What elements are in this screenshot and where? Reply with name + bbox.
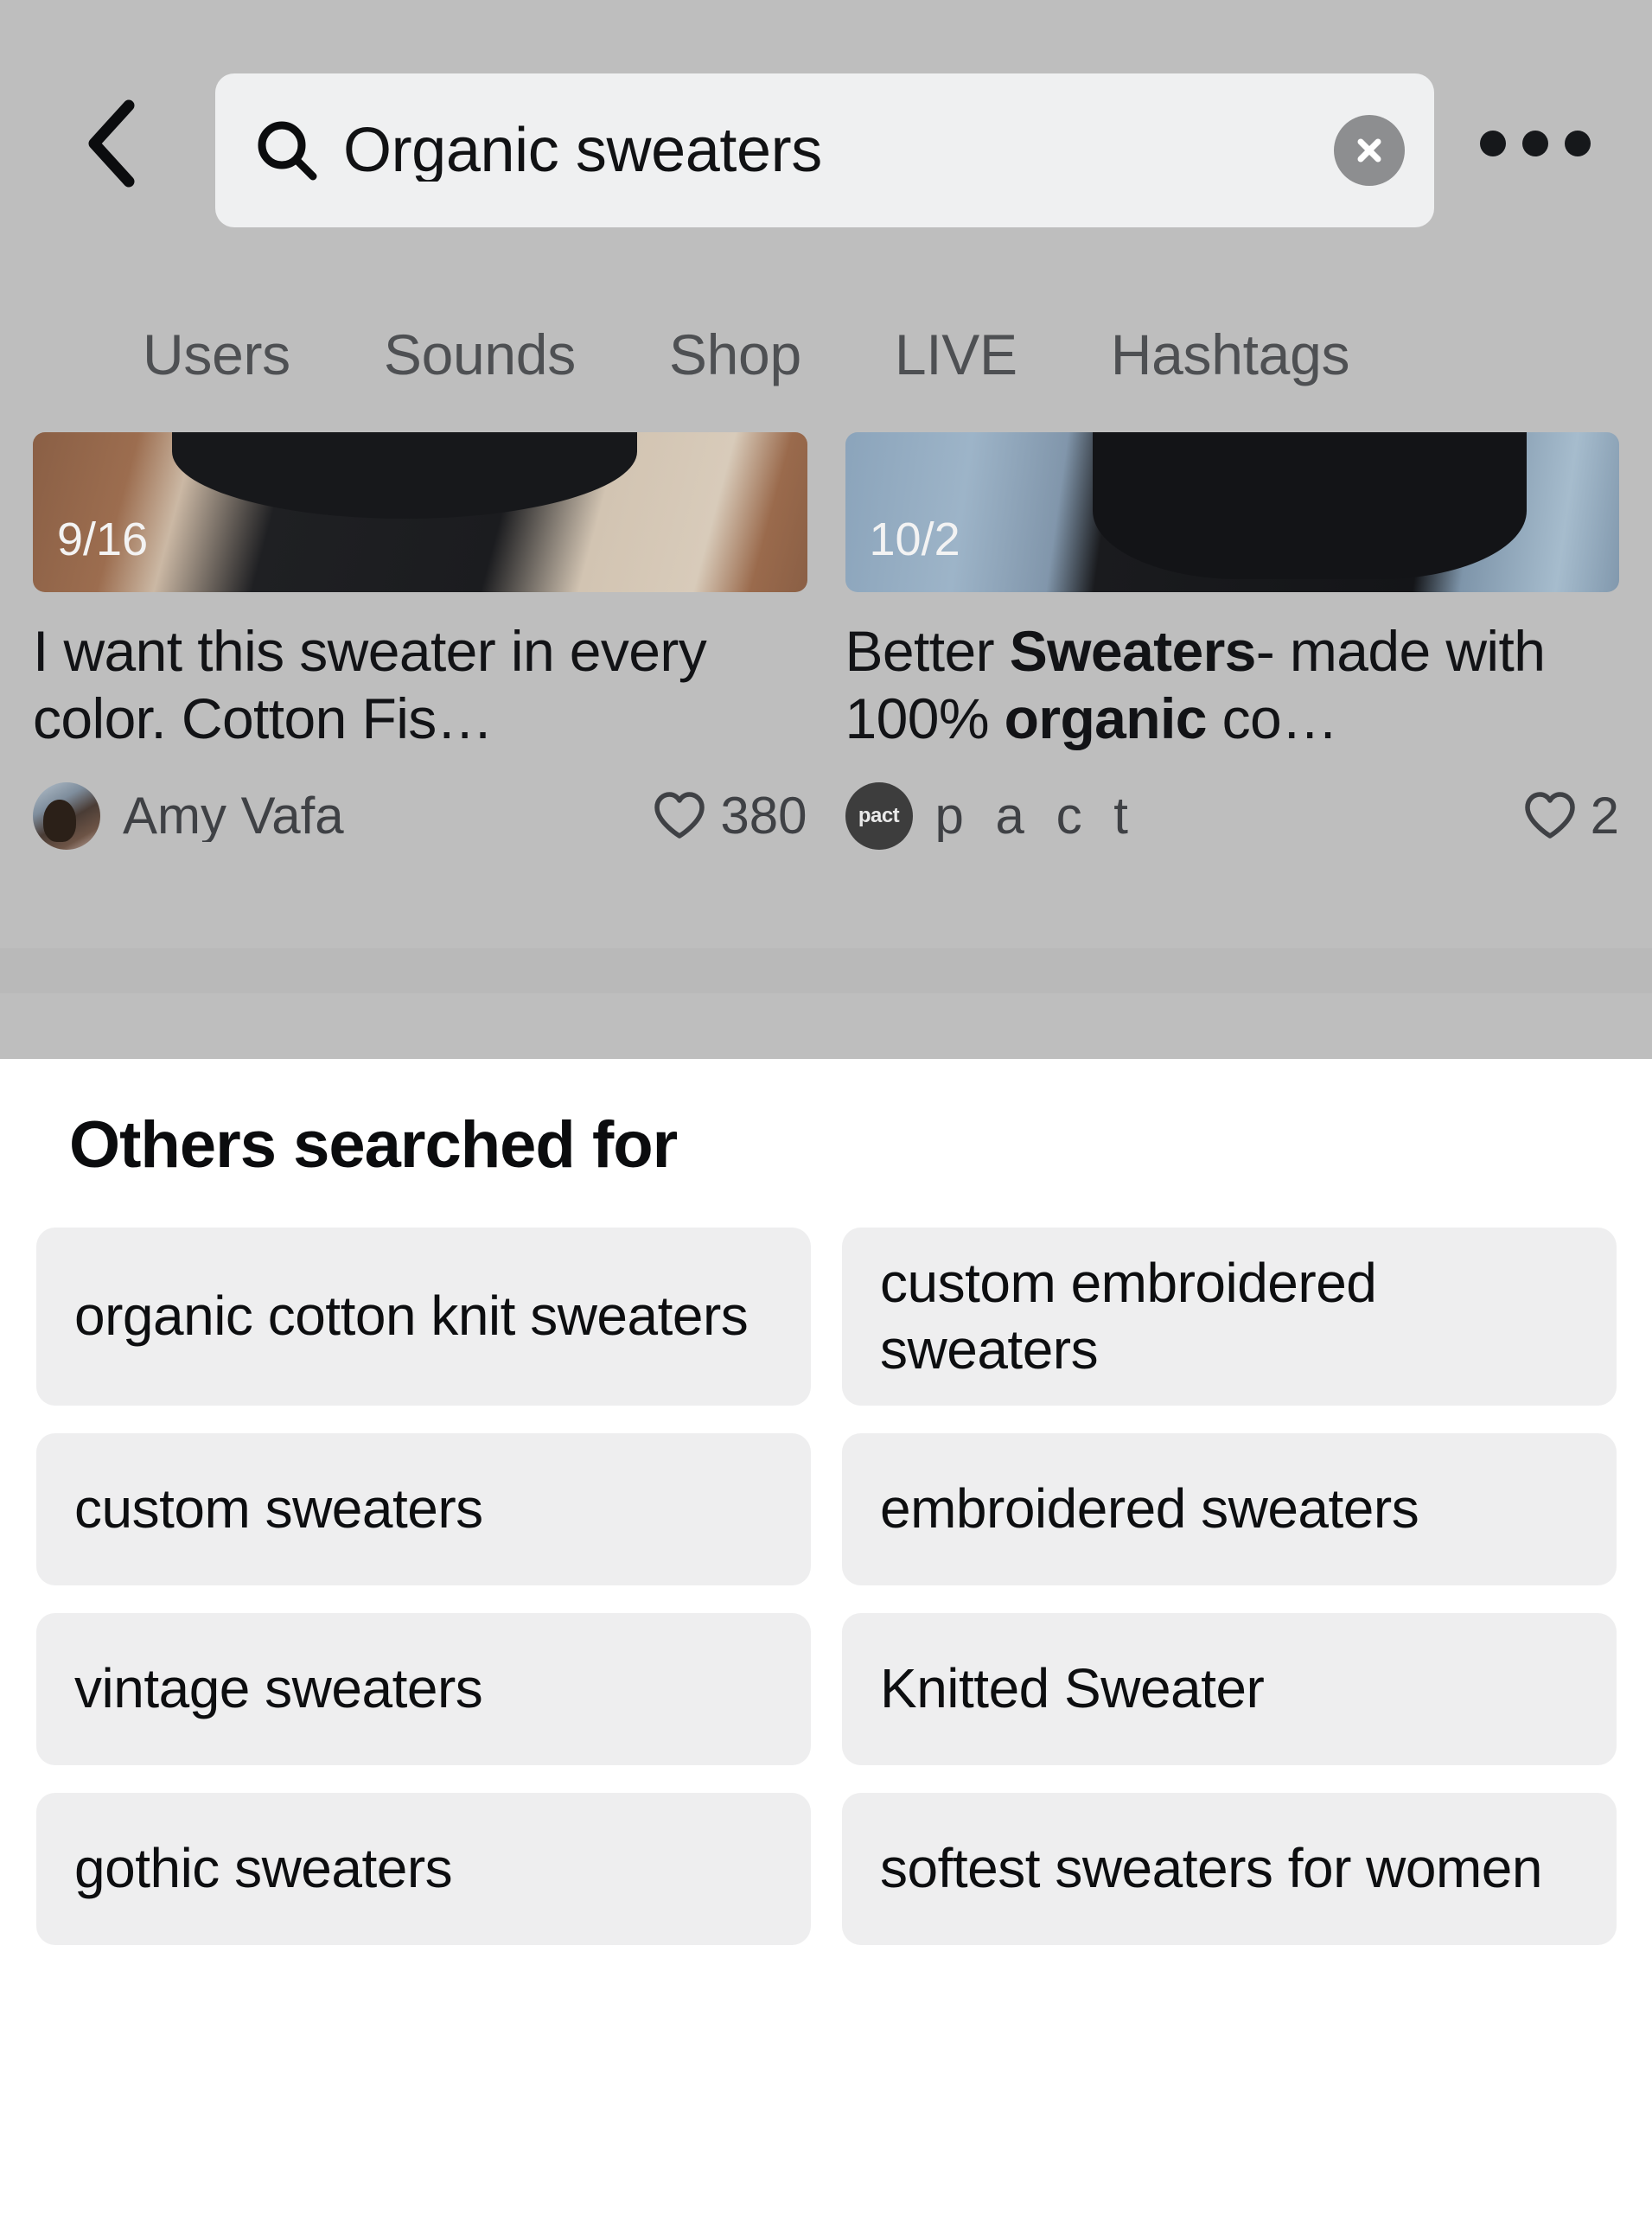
- category-tabs: Users Sounds Shop LIVE Hashtags: [0, 307, 1652, 402]
- heart-icon: [653, 789, 706, 843]
- tab-live[interactable]: LIVE: [895, 326, 1017, 383]
- video-results-grid: 9/16 I want this sweater in every color.…: [0, 432, 1652, 855]
- suggestion-chip[interactable]: custom sweaters: [36, 1432, 811, 1585]
- video-date-label: 10/2: [869, 513, 960, 565]
- author-name: Amy Vafa: [123, 790, 344, 842]
- tab-shop[interactable]: Shop: [669, 326, 801, 383]
- avatar-brand-text: pact: [858, 804, 900, 827]
- others-searched-sheet: Others searched for organic cotton knit …: [0, 1059, 1652, 2213]
- video-thumbnail[interactable]: 10/2: [845, 432, 1619, 592]
- tab-users[interactable]: Users: [143, 326, 290, 383]
- video-date-label: 9/16: [57, 513, 149, 565]
- search-icon: [255, 118, 319, 182]
- suggestion-chip-grid: organic cotton knit sweaters custom embr…: [36, 1228, 1617, 1945]
- suggestion-chip-label: gothic sweaters: [74, 1837, 453, 1900]
- back-button[interactable]: [76, 99, 145, 187]
- clear-search-button[interactable]: [1334, 115, 1405, 186]
- avatar[interactable]: pact: [845, 782, 913, 850]
- video-author[interactable]: pact p a c t: [845, 782, 1137, 850]
- heart-icon: [1523, 789, 1577, 843]
- ellipsis-icon-dot-3: [1565, 131, 1591, 156]
- suggestion-chip-label: embroidered sweaters: [880, 1477, 1419, 1540]
- video-meta-row: Amy Vafa 380: [33, 777, 807, 855]
- dimmed-results-backdrop: Organic sweaters Users Sounds Shop LIVE …: [0, 0, 1652, 1059]
- suggestion-chip[interactable]: embroidered sweaters: [842, 1432, 1617, 1585]
- like-count: 380: [720, 787, 807, 845]
- video-caption: I want this sweater in every color. Cott…: [33, 618, 807, 753]
- caption-text-part: co…: [1206, 686, 1339, 750]
- suggestion-chip-label: vintage sweaters: [74, 1657, 483, 1720]
- caption-text: I want this sweater in every color. Cott…: [33, 619, 707, 750]
- suggestion-chip-label: organic cotton knit sweaters: [74, 1285, 749, 1348]
- suggestion-chip-label: custom embroidered sweaters: [880, 1252, 1377, 1381]
- ellipsis-icon-dot-2: [1522, 131, 1548, 156]
- search-input[interactable]: Organic sweaters: [215, 73, 1434, 227]
- author-name: p a c t: [934, 790, 1137, 842]
- avatar[interactable]: [33, 782, 100, 850]
- top-navigation-bar: Organic sweaters: [0, 0, 1652, 259]
- suggestion-chip[interactable]: gothic sweaters: [36, 1792, 811, 1945]
- ellipsis-icon-dot-1: [1480, 131, 1506, 156]
- more-options-button[interactable]: [1480, 121, 1591, 166]
- like-count-group: 380: [653, 789, 807, 843]
- sheet-title: Others searched for: [69, 1108, 678, 1182]
- suggestion-chip[interactable]: Knitted Sweater: [842, 1612, 1617, 1765]
- like-count: 2: [1590, 787, 1619, 845]
- search-input-value[interactable]: Organic sweaters: [343, 119, 1334, 182]
- video-result-card[interactable]: 9/16 I want this sweater in every color.…: [33, 432, 807, 855]
- tab-sounds[interactable]: Sounds: [384, 326, 576, 383]
- video-author[interactable]: Amy Vafa: [33, 782, 344, 850]
- tab-hashtags[interactable]: Hashtags: [1111, 326, 1350, 383]
- suggestion-chip-label: Knitted Sweater: [880, 1657, 1265, 1720]
- caption-highlight-organic: organic: [1004, 686, 1208, 750]
- suggestion-chip-label: custom sweaters: [74, 1477, 483, 1540]
- video-meta-row: pact p a c t 2: [845, 777, 1619, 855]
- suggestion-chip[interactable]: custom embroidered sweaters: [842, 1228, 1617, 1406]
- like-count-group: 2: [1523, 789, 1619, 843]
- caption-text-part: Better: [845, 619, 1010, 683]
- video-thumbnail[interactable]: 9/16: [33, 432, 807, 592]
- suggestion-chip-label: softest sweaters for women: [880, 1837, 1542, 1900]
- video-caption: Better Sweaters- made with 100% organic …: [845, 618, 1620, 753]
- caption-highlight-sweaters: Sweaters: [1009, 619, 1257, 683]
- close-icon: [1350, 131, 1388, 169]
- suggestion-chip[interactable]: organic cotton knit sweaters: [36, 1228, 811, 1406]
- scroll-divider-band: [0, 948, 1652, 993]
- suggestion-chip[interactable]: softest sweaters for women: [842, 1792, 1617, 1945]
- chevron-left-icon: [84, 99, 137, 188]
- suggestion-chip[interactable]: vintage sweaters: [36, 1612, 811, 1765]
- search-results-screen: Organic sweaters Users Sounds Shop LIVE …: [0, 0, 1652, 2213]
- video-result-card[interactable]: 10/2 Better Sweaters- made with 100% org…: [845, 432, 1620, 855]
